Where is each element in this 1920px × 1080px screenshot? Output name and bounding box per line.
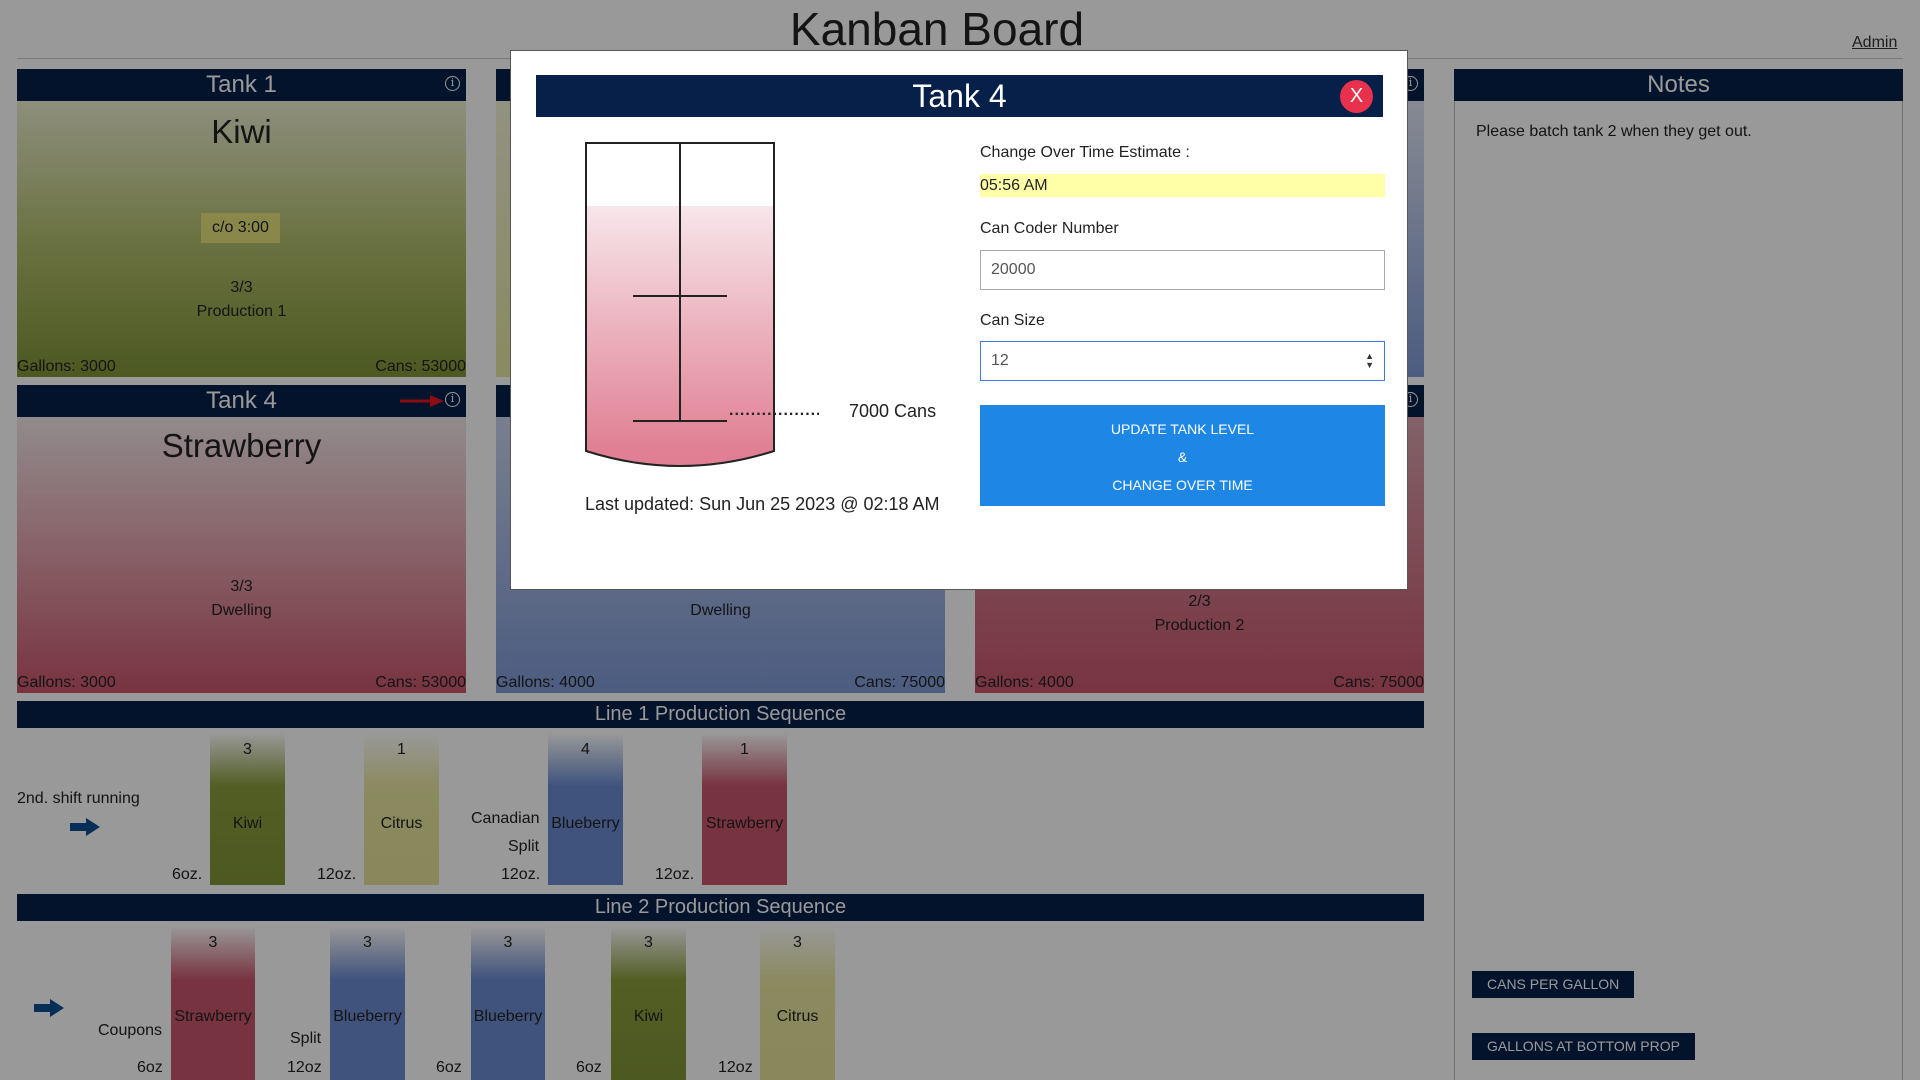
close-button[interactable]: X: [1340, 80, 1373, 113]
can-size-select[interactable]: 12 ▲ ▼: [980, 341, 1385, 381]
can-size-value: 12: [991, 352, 1009, 369]
changeover-label: Change Over Time Estimate :: [980, 144, 1190, 161]
update-button-line-1: UPDATE TANK LEVEL: [1110, 421, 1255, 437]
changeover-value: 05:56 AM: [980, 174, 1385, 197]
level-leader-dots: ..................: [729, 402, 819, 419]
can-coder-input[interactable]: [980, 250, 1385, 290]
update-button-line-3: CHANGE OVER TIME: [1112, 477, 1253, 493]
modal-header: Tank 4 X: [536, 75, 1383, 117]
can-size-label: Can Size: [980, 312, 1045, 329]
select-arrows-icon: ▲ ▼: [1365, 351, 1374, 370]
update-tank-level-button[interactable]: UPDATE TANK LEVEL & CHANGE OVER TIME: [980, 405, 1385, 506]
modal-title: Tank 4: [912, 78, 1007, 114]
can-coder-label: Can Coder Number: [980, 220, 1119, 237]
update-button-line-2: &: [1177, 449, 1188, 465]
tank-level-label: 7000 Cans: [849, 401, 937, 421]
tank-level-diagram: [585, 142, 775, 467]
last-updated: Last updated: Sun Jun 25 2023 @ 02:18 AM: [585, 494, 940, 514]
tank-modal: Tank 4 X .................. 7000 Cans La…: [510, 50, 1408, 590]
